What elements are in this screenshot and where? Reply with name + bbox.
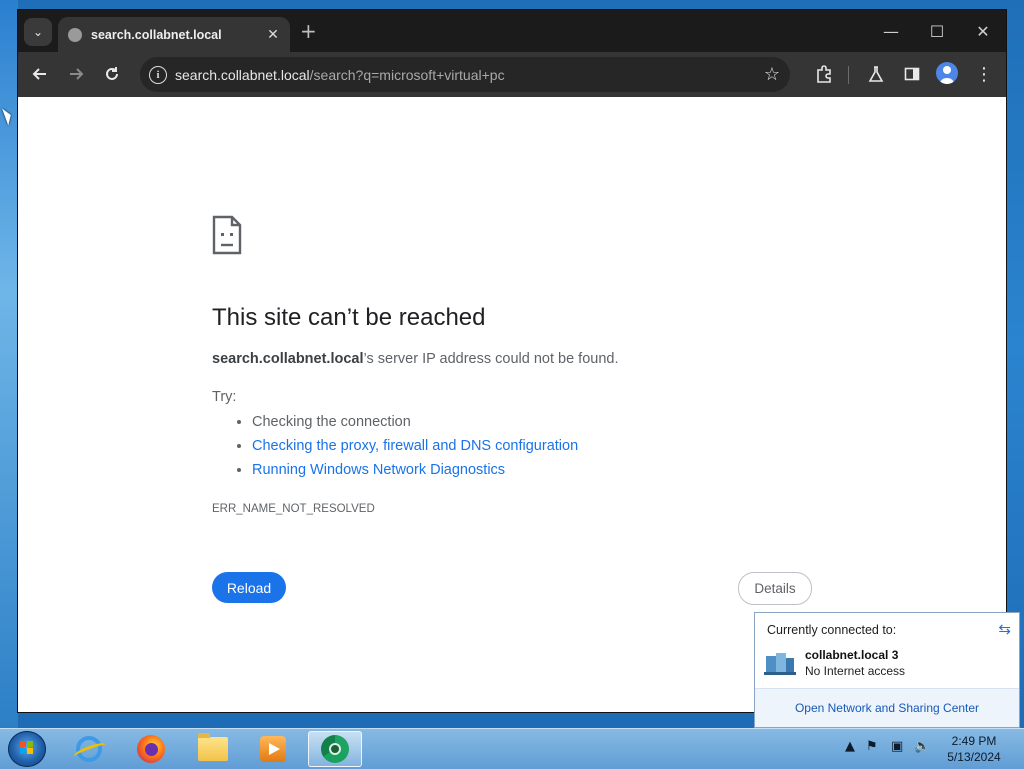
taskbar-media-player[interactable] [246,731,300,767]
suggestion-item: Running Windows Network Diagnostics [252,458,578,482]
side-panel-button[interactable] [898,60,926,88]
network-status: No Internet access [805,664,906,678]
reload-toolbar-button[interactable] [98,60,126,88]
flask-icon [868,66,884,82]
volume-muted-icon[interactable]: 🔈 [914,739,930,754]
taskbar-firefox[interactable] [124,731,178,767]
maximize-button[interactable]: ☐ [914,16,960,46]
start-button[interactable] [8,731,46,767]
error-title: This site can’t be reached [212,304,486,331]
clock-time: 2:49 PM [951,734,997,748]
new-tab-button[interactable]: + [300,19,317,43]
sad-document-icon [212,215,242,255]
chrome-icon [321,735,349,763]
details-button[interactable]: Details [738,572,812,605]
toolbar-separator [848,66,849,84]
file-explorer-icon [198,733,228,761]
suggestion-list: Checking the connection Checking the pro… [230,410,578,482]
browser-titlebar: ⌄ search.collabnet.local ✕ + — ☐ ✕ [18,10,1006,52]
flyout-footer: Open Network and Sharing Center [755,688,1019,727]
action-center-flag-icon[interactable]: ⚑ [866,739,878,754]
close-window-button[interactable]: ✕ [960,16,1006,46]
globe-icon [68,27,82,42]
labs-button[interactable] [862,60,890,88]
taskbar-file-explorer[interactable] [186,731,240,767]
system-clock[interactable]: 2:49 PM 5/13/2024 [934,733,1014,765]
kebab-menu-icon: ⋮ [975,63,993,85]
flyout-header: Currently connected to: [767,623,897,637]
menu-button[interactable]: ⋮ [970,60,998,88]
error-host: search.collabnet.local [212,351,364,367]
firefox-icon [137,735,165,763]
tab-search-button[interactable]: ⌄ [24,18,52,46]
profile-avatar-icon[interactable] [936,62,958,84]
browser-window: ⌄ search.collabnet.local ✕ + — ☐ ✕ i sea… [18,10,1006,712]
network-icon [764,653,796,675]
error-description-text: ’s server IP address could not be found. [363,351,619,367]
taskbar-internet-explorer[interactable] [62,731,116,767]
address-bar[interactable]: i search.collabnet.local/search?q=micros… [140,57,790,92]
tab-close-icon[interactable]: ✕ [264,26,282,44]
try-label: Try: [212,389,237,405]
minimize-button[interactable]: — [868,16,914,46]
reload-icon [106,67,118,80]
show-hidden-icons-icon[interactable]: ▲ [845,739,855,754]
site-info-icon[interactable]: i [149,65,167,84]
taskbar: ▲ ⚑ ▣ 🔈 2:49 PM 5/13/2024 [0,728,1024,769]
reload-button[interactable]: Reload [212,572,286,603]
refresh-network-icon[interactable]: ⇆ [998,620,1011,638]
tab-active[interactable]: search.collabnet.local ✕ [58,17,290,52]
side-panel-icon [904,67,920,81]
error-description: search.collabnet.local’s server IP addre… [212,351,619,367]
error-code: ERR_NAME_NOT_RESOLVED [212,503,375,515]
suggestion-link-proxy[interactable]: Checking the proxy, firewall and DNS con… [252,438,578,454]
address-url[interactable]: search.collabnet.local/search?q=microsof… [175,67,764,83]
puzzle-icon [817,65,831,83]
clock-date: 5/13/2024 [947,750,1001,764]
open-network-center-link[interactable]: Open Network and Sharing Center [795,701,979,715]
forward-button[interactable] [62,60,90,88]
media-player-icon [260,736,286,762]
suggestion-item: Checking the proxy, firewall and DNS con… [252,434,578,458]
taskbar-chrome[interactable] [308,731,362,767]
suggestion-link-diagnostics[interactable]: Running Windows Network Diagnostics [252,462,505,478]
network-flyout: Currently connected to: ⇆ collabnet.loca… [754,612,1020,728]
back-button[interactable] [26,60,54,88]
chevron-down-icon: ⌄ [32,25,44,39]
browser-toolbar: i search.collabnet.local/search?q=micros… [18,52,1006,97]
url-host: search.collabnet.local [175,66,310,83]
network-name: collabnet.local 3 [805,648,899,662]
url-path: /search?q=microsoft+virtual+pc [309,66,505,83]
forward-arrow-icon [70,68,84,80]
power-icon[interactable]: ▣ [891,739,903,754]
extensions-button[interactable] [810,60,838,88]
suggestion-text: Checking the connection [252,414,411,430]
back-arrow-icon [32,68,46,80]
suggestion-item: Checking the connection [252,410,578,434]
internet-explorer-icon [76,736,102,762]
tab-title: search.collabnet.local [91,27,222,42]
windows-logo-icon [20,741,33,754]
bookmark-star-icon[interactable]: ☆ [764,64,780,85]
